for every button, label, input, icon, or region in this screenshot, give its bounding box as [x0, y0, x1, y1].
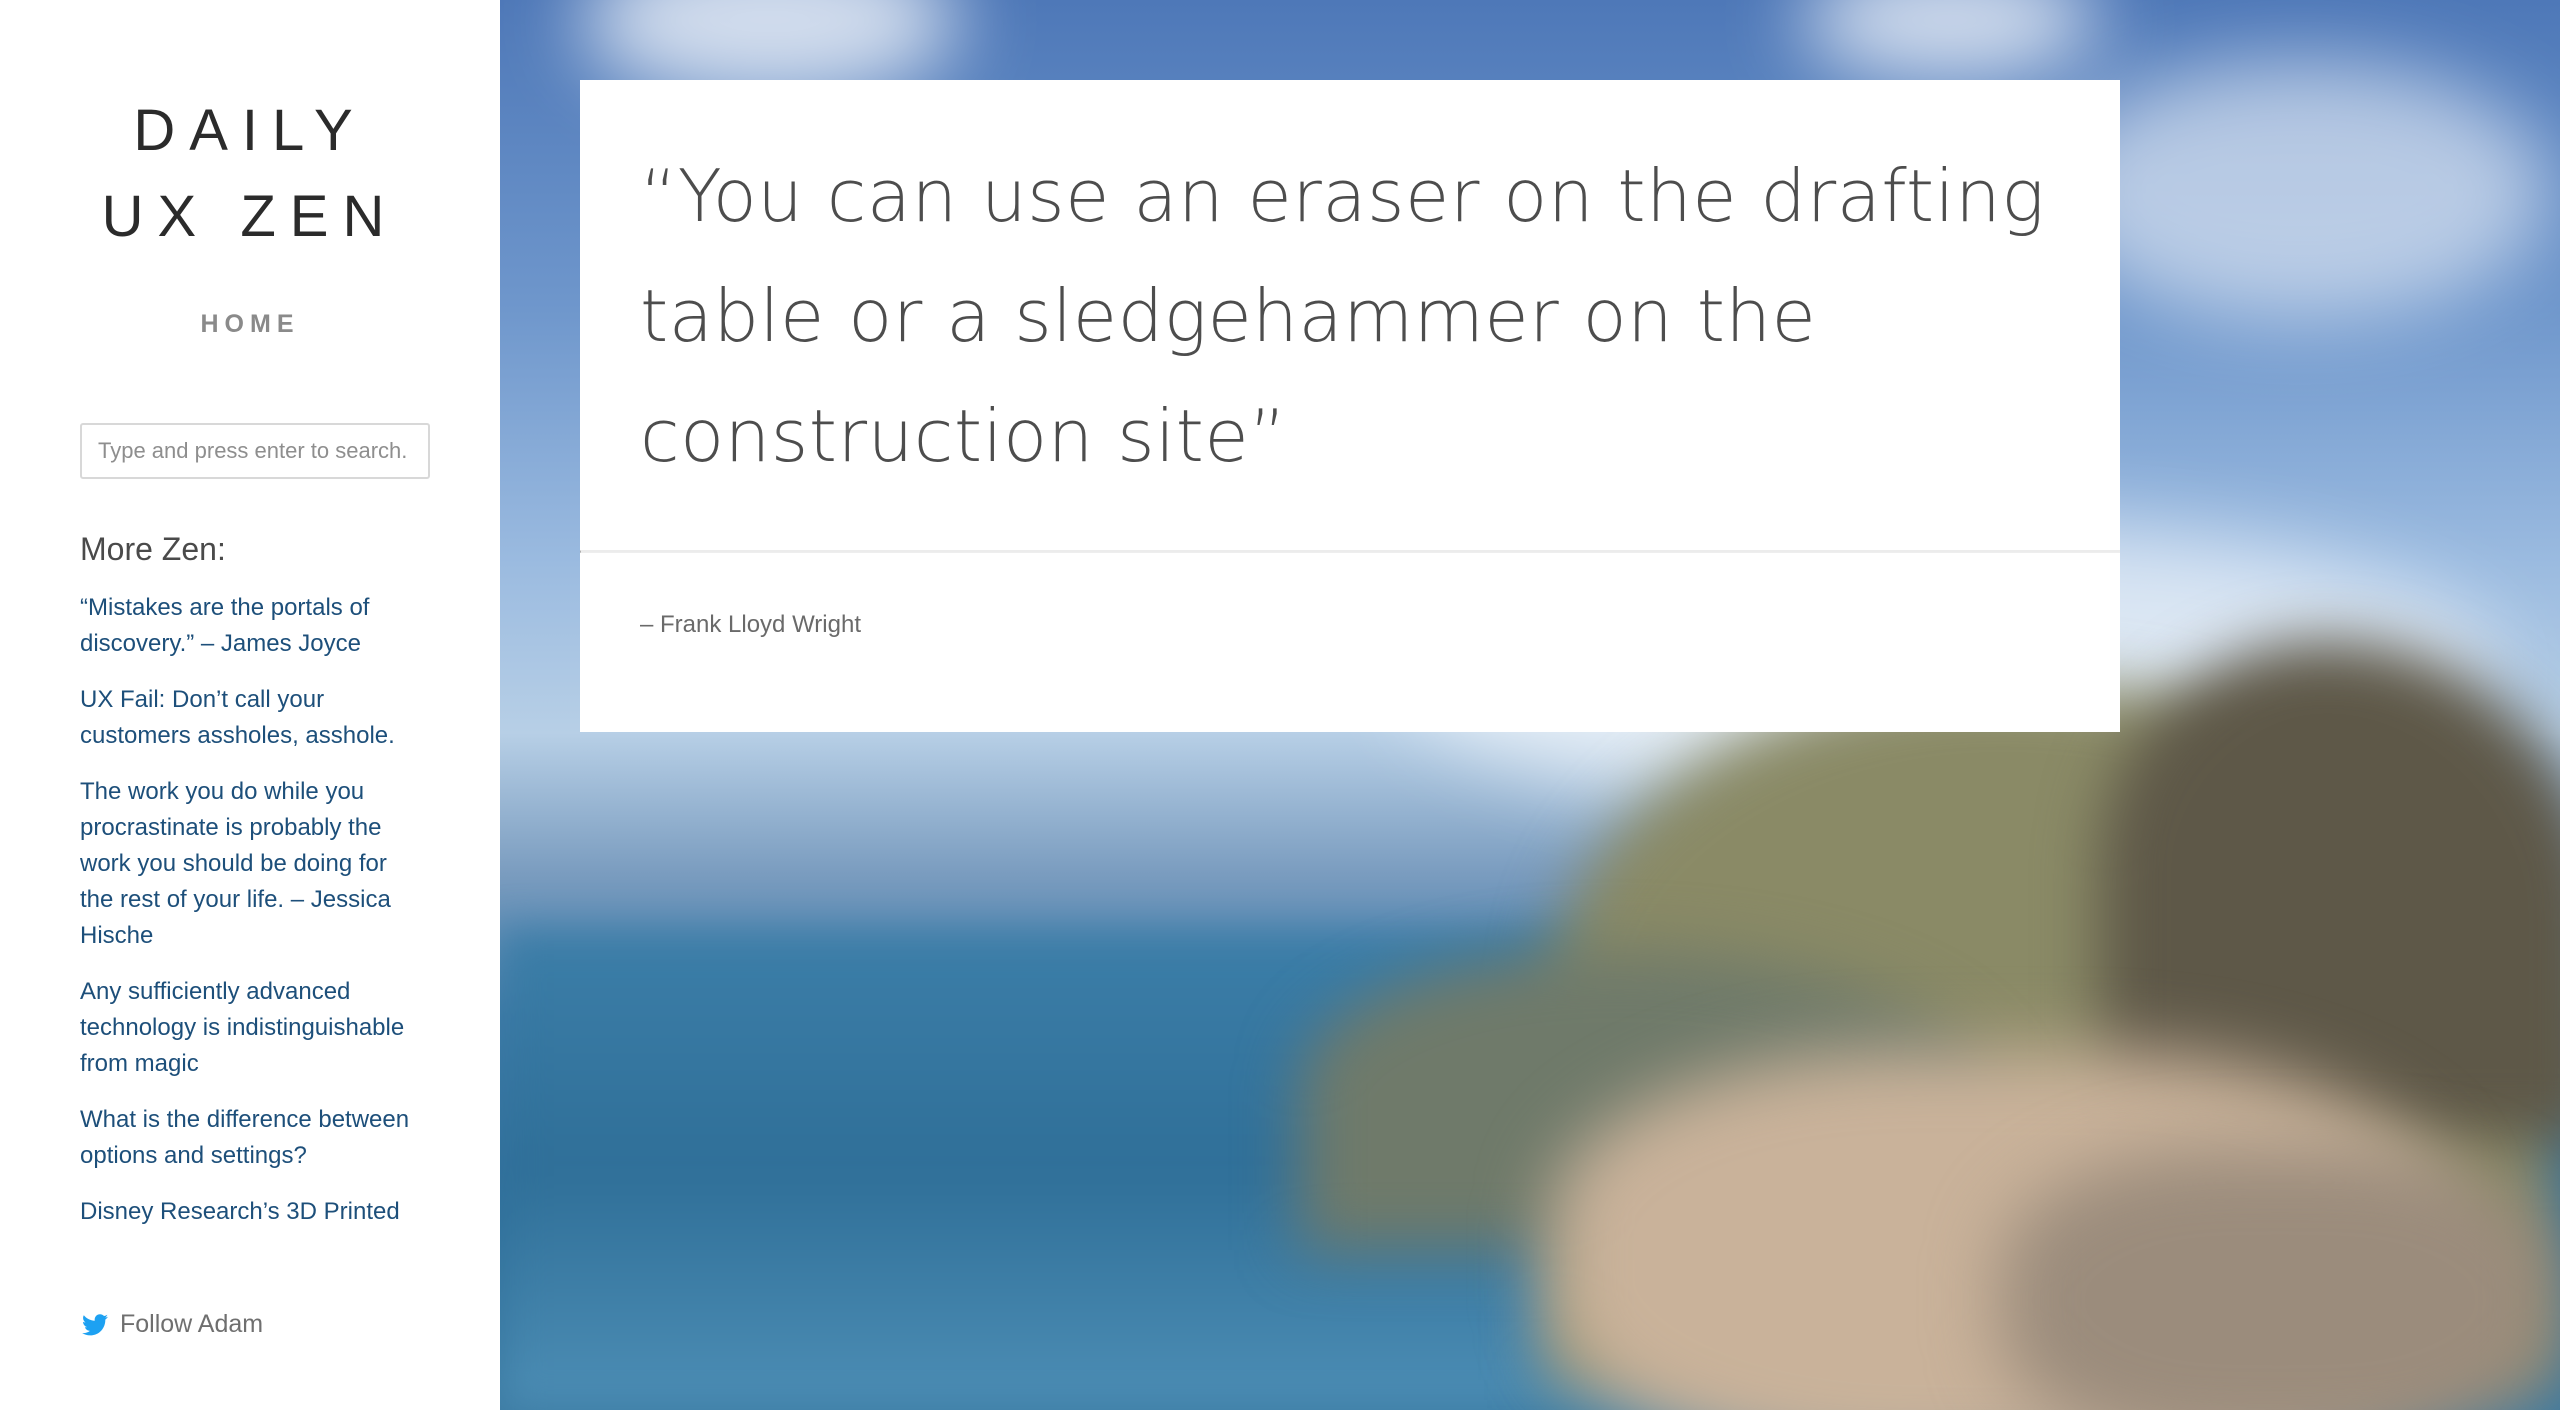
- list-item: UX Fail: Don’t call your customers assho…: [80, 682, 420, 754]
- more-zen-link[interactable]: The work you do while you procrastinate …: [80, 778, 391, 949]
- follow-label: Follow Adam: [120, 1310, 264, 1338]
- list-item: “Mistakes are the portals of discovery.”…: [80, 590, 420, 662]
- more-zen-list: “Mistakes are the portals of discovery.”…: [80, 590, 420, 1230]
- list-item: What is the difference between options a…: [80, 1102, 420, 1174]
- more-zen-link[interactable]: “Mistakes are the portals of discovery.”…: [80, 594, 369, 657]
- twitter-icon: [82, 1313, 108, 1335]
- list-item: Any sufficiently advanced technology is …: [80, 974, 420, 1082]
- follow-adam-link[interactable]: Follow Adam: [82, 1310, 263, 1339]
- cloud: [2050, 60, 2550, 320]
- search-input[interactable]: [80, 423, 430, 479]
- list-item: The work you do while you procrastinate …: [80, 774, 420, 954]
- nav-home-link[interactable]: Home: [80, 310, 420, 339]
- list-item: Disney Research’s 3D Printed Interactive…: [80, 1194, 420, 1230]
- more-zen-heading: More Zen:: [80, 531, 226, 567]
- cloud: [1800, 0, 2100, 80]
- quote-author: – Frank Lloyd Wright: [640, 611, 861, 638]
- more-zen-link[interactable]: Any sufficiently advanced technology is …: [80, 978, 404, 1077]
- more-zen-link[interactable]: What is the difference between options a…: [80, 1106, 409, 1169]
- sidebar: Daily UX Zen Home More Zen: “Mistakes ar…: [0, 0, 500, 1410]
- more-zen-link[interactable]: Disney Research’s 3D Printed Interactive…: [80, 1198, 400, 1230]
- more-zen-link[interactable]: UX Fail: Don’t call your customers assho…: [80, 686, 395, 749]
- beach: [2000, 1150, 2560, 1410]
- quote-text: “You can use an eraser on the drafting t…: [640, 154, 2045, 478]
- site-title[interactable]: Daily UX Zen: [80, 0, 420, 260]
- quote-card: “You can use an eraser on the drafting t…: [580, 80, 2120, 732]
